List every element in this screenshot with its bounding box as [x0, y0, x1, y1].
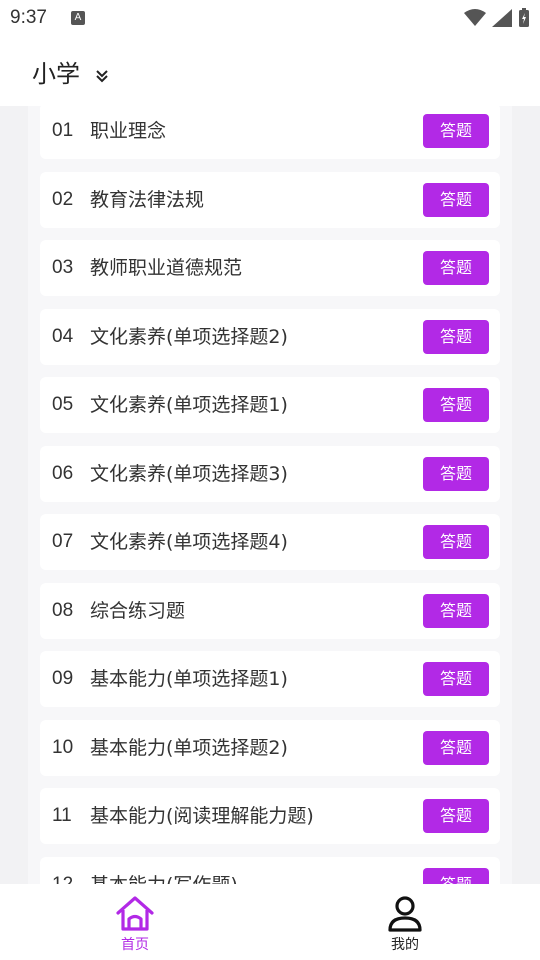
answer-button[interactable]: 答题 — [423, 114, 489, 148]
item-title: 基本能力(写作题) — [90, 857, 238, 885]
answer-button[interactable]: 答题 — [423, 662, 489, 696]
item-number: 02 — [52, 188, 74, 210]
double-chevron-down-icon — [96, 69, 108, 82]
item-number: 01 — [52, 120, 74, 141]
item-number: 10 — [52, 736, 74, 758]
item-title: 基本能力(阅读理解能力题) — [90, 805, 314, 827]
wifi-icon — [464, 9, 486, 26]
item-title: 文化素养(单项选择题2) — [90, 325, 288, 348]
answer-button[interactable]: 答题 — [423, 593, 489, 628]
item-title: 基本能力(单项选择题1) — [90, 668, 288, 690]
item-title: 文化素养(单项选择题3) — [90, 462, 288, 485]
answer-button[interactable]: 答题 — [423, 730, 489, 765]
list-item: 03 教师职业道德规范 答题 — [40, 240, 500, 296]
home-icon — [116, 896, 154, 931]
list-item: 09 基本能力(单项选择题1) 答题 — [40, 651, 500, 707]
header: 小学 — [0, 36, 540, 106]
tab-me[interactable]: 我的 — [365, 894, 445, 954]
item-number: 05 — [52, 394, 74, 415]
item-title: 职业理念 — [90, 120, 167, 142]
item-number: 07 — [52, 531, 74, 552]
list-item: 01 职业理念 答题 — [40, 106, 500, 159]
battery-icon — [519, 8, 529, 27]
question-list: 01 职业理念 答题 02 教育法律法规 答题 03 教师职业道德规范 答题 04 文化素养(单项选… — [40, 106, 500, 884]
list-item: 07 文化素养(单项选择题4) 答题 — [40, 514, 500, 570]
answer-button[interactable]: 答题 — [423, 799, 489, 833]
item-number: 08 — [52, 599, 74, 621]
item-number: 06 — [52, 462, 74, 484]
list-item: 02 教育法律法规 答题 — [40, 171, 500, 228]
notification-icon: A — [71, 11, 85, 25]
bottom-tab-bar: 首页 我的 — [0, 884, 540, 960]
answer-button[interactable]: 答题 — [423, 867, 489, 884]
list-item: 06 文化素养(单项选择题3) 答题 — [40, 445, 500, 502]
answer-button[interactable]: 答题 — [423, 251, 489, 285]
answer-button[interactable]: 答题 — [423, 456, 489, 491]
item-title: 教育法律法规 — [90, 188, 205, 211]
item-number: 04 — [52, 325, 74, 347]
list-item: 11 基本能力(阅读理解能力题) 答题 — [40, 788, 500, 844]
tab-home[interactable]: 首页 — [95, 894, 175, 954]
status-time: 9:37 — [10, 7, 47, 28]
item-title: 文化素养(单项选择题1) — [90, 394, 288, 416]
item-number: 03 — [52, 257, 74, 278]
answer-button[interactable]: 答题 — [423, 525, 489, 559]
list-item: 05 文化素养(单项选择题1) 答题 — [40, 377, 500, 433]
answer-button[interactable]: 答题 — [423, 319, 489, 354]
signal-icon — [492, 9, 512, 27]
item-title: 基本能力(单项选择题2) — [90, 736, 288, 759]
tab-me-label: 我的 — [391, 937, 419, 953]
question-list-panel[interactable]: 01 职业理念 答题 02 教育法律法规 答题 03 教师职业道德规范 答题 04 文化素养(单项选… — [28, 106, 512, 884]
list-item: 12 基本能力(写作题) 答题 — [40, 856, 500, 885]
level-label: 小学 — [32, 60, 80, 88]
item-number: 12 — [52, 873, 74, 885]
item-number: 09 — [52, 668, 74, 689]
answer-button[interactable]: 答题 — [423, 388, 489, 422]
answer-button[interactable]: 答题 — [423, 182, 489, 217]
item-title: 教师职业道德规范 — [90, 257, 243, 279]
level-selector[interactable]: 小学 — [32, 54, 110, 89]
list-item: 04 文化素养(单项选择题2) 答题 — [40, 308, 500, 365]
item-title: 综合练习题 — [90, 599, 186, 622]
item-title: 文化素养(单项选择题4) — [90, 531, 288, 553]
item-number: 11 — [52, 805, 72, 826]
status-bar: 9:37 A — [0, 0, 540, 36]
tab-home-label: 首页 — [121, 937, 149, 953]
list-item: 10 基本能力(单项选择题2) 答题 — [40, 719, 500, 776]
list-item: 08 综合练习题 答题 — [40, 582, 500, 639]
status-icons — [464, 8, 530, 28]
user-icon — [388, 896, 422, 932]
